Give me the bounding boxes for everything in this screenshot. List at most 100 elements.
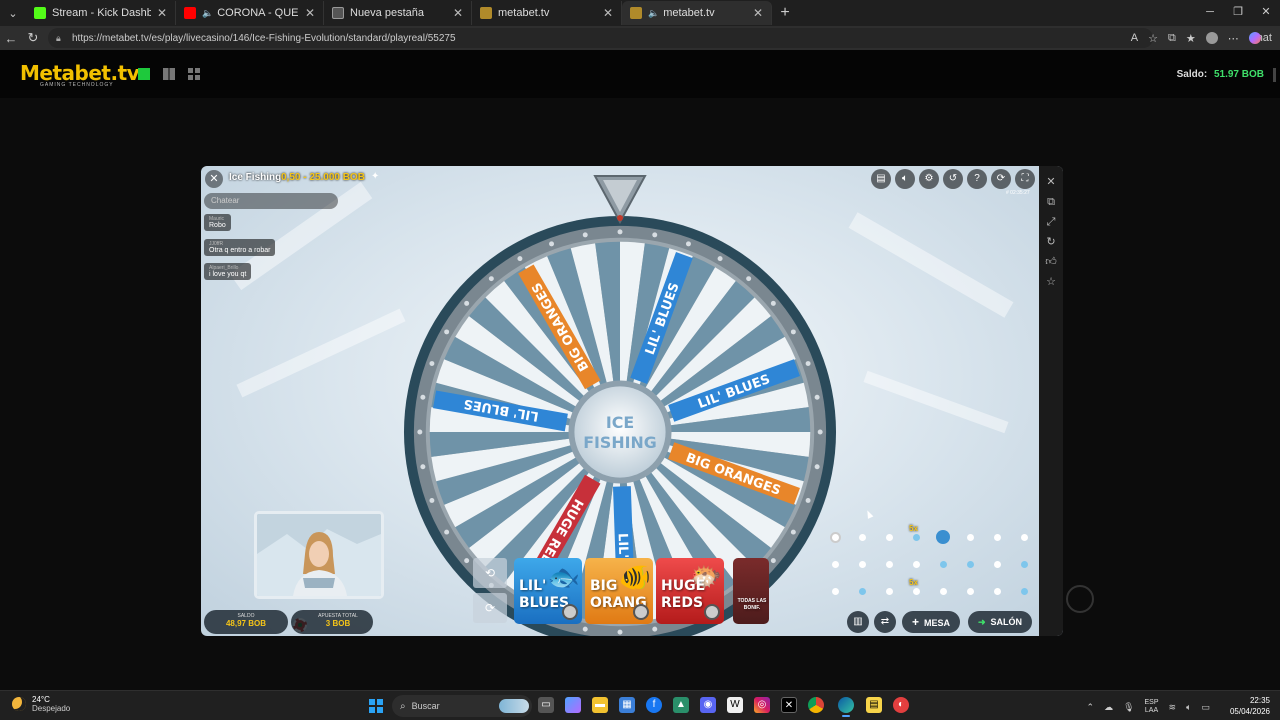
minimize-icon[interactable]: ─: [1196, 0, 1224, 26]
settings-gear-icon[interactable]: ⚙: [919, 169, 939, 189]
rim-bolt: [652, 626, 658, 632]
windows-start-icon[interactable]: [369, 699, 383, 713]
facebook-icon[interactable]: f: [646, 697, 662, 713]
single-view-icon[interactable]: [138, 68, 150, 80]
chevron-up-icon[interactable]: ⌃: [1087, 702, 1095, 713]
chat-message: Mauric Robo: [204, 214, 231, 231]
expand-icon[interactable]: ⤢: [1045, 216, 1057, 228]
sticky-notes-icon[interactable]: ▤: [866, 697, 882, 713]
kick-icon: [34, 7, 46, 19]
table-button[interactable]: + MESA: [902, 611, 961, 633]
game-title: Ice Fishing: [229, 172, 282, 183]
taskbar-clock[interactable]: 22:35 05/04/2026: [1230, 695, 1270, 717]
help-icon[interactable]: ?: [967, 169, 987, 189]
fullscreen-icon[interactable]: ⛶: [1015, 169, 1035, 189]
chat-toggle-icon[interactable]: ▤: [871, 169, 891, 189]
microphone-icon[interactable]: 🎙︎: [1123, 702, 1134, 713]
repeat-button[interactable]: ⟳: [473, 593, 507, 623]
reload-icon[interactable]: ↻: [22, 30, 44, 46]
chat-text: Otra q entro a robar: [209, 247, 271, 254]
bonus-dot: [1021, 561, 1028, 568]
profile-avatar[interactable]: [1205, 32, 1218, 44]
rim-bolt: [790, 529, 796, 535]
rim-bolt: [429, 497, 435, 503]
new-tab-button[interactable]: +: [772, 4, 798, 22]
bet-lil-blues[interactable]: 🐟 LIL' BLUES: [514, 558, 582, 624]
bet-big-oranges[interactable]: 🐠 BIG ORANG: [585, 558, 653, 624]
copilot-app-icon[interactable]: [565, 697, 581, 713]
discord-icon[interactable]: ◉: [700, 697, 716, 713]
extensions-icon[interactable]: ⧉: [1168, 32, 1176, 45]
taskbar-search[interactable]: ⌕ Buscar: [392, 695, 532, 717]
close-window-icon[interactable]: ✕: [1252, 0, 1280, 26]
close-icon[interactable]: ✕: [1045, 176, 1057, 188]
x-icon[interactable]: ✕: [781, 697, 797, 713]
newtab-icon: [332, 7, 344, 19]
read-aloud-icon[interactable]: A: [1131, 32, 1138, 44]
tab-title: CORONA - QUE ESTAS HACIE: [217, 7, 299, 19]
store-icon[interactable]: ▦: [619, 697, 635, 713]
tab-corona-video[interactable]: 🔈 CORONA - QUE ESTAS HACIE ✕: [176, 1, 324, 25]
favorites-icon[interactable]: ★: [1186, 32, 1196, 45]
bonus-dot: [936, 530, 950, 544]
search-highlight-image: [499, 699, 529, 713]
edge-icon[interactable]: [838, 697, 854, 717]
close-tab-icon[interactable]: ✕: [603, 6, 613, 20]
reload-icon[interactable]: ↻: [1045, 236, 1057, 248]
tab-actions-menu-icon[interactable]: ⌄: [0, 0, 26, 26]
tab-metabet-active[interactable]: 🔈 metabet.tv ✕: [622, 1, 772, 25]
tab-kick-dashboard[interactable]: Stream - Kick Dashboard ✕: [26, 1, 176, 25]
history-icon[interactable]: ↺: [943, 169, 963, 189]
app-icon[interactable]: ▲: [673, 697, 689, 713]
rim-bolt: [517, 256, 523, 262]
battery-icon[interactable]: ▭: [1201, 702, 1210, 713]
wifi-icon[interactable]: ≋: [1169, 702, 1177, 713]
close-tab-icon[interactable]: ✕: [305, 6, 315, 20]
favorite-star-icon[interactable]: ☆: [1148, 32, 1158, 45]
onedrive-icon[interactable]: ☁: [1104, 702, 1113, 713]
tab-metabet-1[interactable]: metabet.tv ✕: [472, 1, 622, 25]
app-icon[interactable]: ◐: [893, 697, 909, 713]
bet-all-bonuses[interactable]: TODAS LAS BONIF.: [733, 558, 769, 624]
sound-icon[interactable]: 🔈︎: [895, 169, 915, 189]
like-icon[interactable]: 👍︎: [1045, 256, 1057, 268]
total-bet: APUESTA TOTAL 3 BOB: [291, 610, 373, 634]
back-arrow-icon[interactable]: ←: [0, 31, 22, 46]
close-tab-icon[interactable]: ✕: [453, 6, 463, 20]
scrollbar[interactable]: [1273, 68, 1276, 82]
wikipedia-icon[interactable]: W: [727, 697, 743, 713]
weather-widget[interactable]: 24°C Despejado: [12, 695, 70, 713]
language-indicator[interactable]: ESP LAA: [1145, 699, 1159, 715]
lobby-button[interactable]: ➜ SALÓN: [968, 611, 1033, 633]
more-menu-icon[interactable]: ⋯: [1228, 32, 1239, 45]
undo-button[interactable]: ⟲: [473, 558, 507, 588]
ice-decoration: [863, 370, 1009, 434]
search-placeholder: Buscar: [411, 701, 440, 711]
popout-icon[interactable]: ⧉: [1045, 196, 1057, 208]
dealer-camera[interactable]: [254, 511, 384, 599]
close-game-button[interactable]: ✕: [205, 170, 223, 188]
split-view-icon[interactable]: [163, 68, 175, 80]
copilot-chat-button[interactable]: Chat: [1248, 32, 1272, 44]
chat-input[interactable]: Chatear: [204, 193, 338, 209]
close-tab-icon[interactable]: ✕: [753, 6, 763, 20]
instagram-icon[interactable]: ◎: [754, 697, 770, 713]
volume-icon[interactable]: 🔈︎: [1186, 702, 1191, 713]
favorite-star-icon[interactable]: ☆: [1045, 276, 1057, 288]
window-controls: ─ ❐ ✕: [1196, 0, 1280, 26]
rim-bolt: [582, 232, 588, 238]
bet-huge-reds[interactable]: 🐡 HUGE REDS: [656, 558, 724, 624]
close-tab-icon[interactable]: ✕: [157, 6, 167, 20]
grid-view-icon[interactable]: [188, 68, 200, 80]
file-explorer-icon[interactable]: ▬: [592, 697, 608, 713]
task-view-icon[interactable]: ▭: [538, 697, 554, 713]
pin-icon[interactable]: ✦: [371, 171, 379, 182]
statistics-icon[interactable]: ▥: [847, 611, 869, 633]
chrome-icon[interactable]: [808, 697, 824, 713]
maximize-icon[interactable]: ❐: [1224, 0, 1252, 26]
url-input[interactable]: 🔒︎ https://metabet.tv/es/play/livecasino…: [48, 28, 1153, 48]
rim-bolt: [770, 558, 776, 564]
autoplay-icon[interactable]: ⇄: [874, 611, 896, 633]
tab-new-tab[interactable]: Nueva pestaña ✕: [324, 1, 472, 25]
refresh-icon[interactable]: ⟳: [991, 169, 1011, 189]
